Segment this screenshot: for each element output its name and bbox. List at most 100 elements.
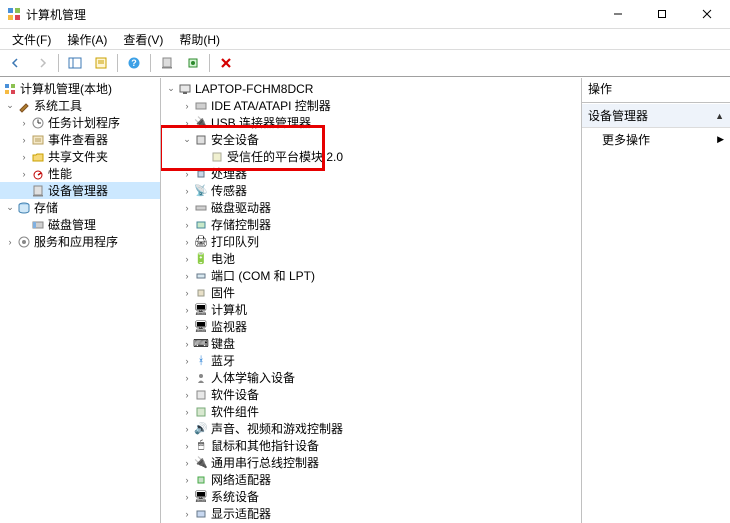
expand-icon[interactable]: › bbox=[181, 185, 193, 197]
expand-icon[interactable]: › bbox=[181, 508, 193, 520]
device-usb-connector[interactable]: › 🔌 USB 连接器管理器 bbox=[163, 114, 581, 131]
device-security[interactable]: ⌄ 安全设备 bbox=[163, 131, 581, 148]
device-usbctrl[interactable]: › 🔌 通用串行总线控制器 bbox=[163, 454, 581, 471]
nav-root[interactable]: 计算机管理(本地) bbox=[0, 80, 160, 97]
device-softcomp[interactable]: › 软件组件 bbox=[163, 403, 581, 420]
nav-shared[interactable]: › 共享文件夹 bbox=[0, 148, 160, 165]
device-ports[interactable]: › 端口 (COM 和 LPT) bbox=[163, 267, 581, 284]
nav-systools[interactable]: ⌄ 系统工具 bbox=[0, 97, 160, 114]
menu-view[interactable]: 查看(V) bbox=[115, 31, 171, 48]
nav-eventviewer[interactable]: › 事件查看器 bbox=[0, 131, 160, 148]
properties-button[interactable] bbox=[89, 51, 113, 75]
expand-icon[interactable]: › bbox=[181, 236, 193, 248]
expand-icon[interactable]: › bbox=[181, 219, 193, 231]
device-tpm[interactable]: 受信任的平台模块 2.0 bbox=[163, 148, 581, 165]
nav-storage[interactable]: ⌄ 存储 bbox=[0, 199, 160, 216]
expand-icon[interactable]: › bbox=[181, 117, 193, 129]
expand-icon[interactable]: › bbox=[181, 202, 193, 214]
expand-icon[interactable]: › bbox=[181, 423, 193, 435]
help-button[interactable]: ? bbox=[122, 51, 146, 75]
hid-icon bbox=[193, 370, 209, 386]
nav-perf-label: 性能 bbox=[48, 165, 72, 182]
display-adapter-icon bbox=[193, 506, 209, 522]
device-ports-label: 端口 (COM 和 LPT) bbox=[211, 267, 315, 284]
collapse-icon[interactable]: ⌄ bbox=[165, 83, 177, 95]
device-usbctrl-label: 通用串行总线控制器 bbox=[211, 454, 319, 471]
software-component-icon bbox=[193, 404, 209, 420]
scan-hardware-button[interactable] bbox=[181, 51, 205, 75]
device-keyboard[interactable]: › ⌨ 键盘 bbox=[163, 335, 581, 352]
tools-icon bbox=[16, 98, 32, 114]
collapse-icon[interactable]: ⌄ bbox=[4, 100, 16, 112]
expand-icon[interactable]: › bbox=[4, 236, 16, 248]
usb-icon: 🔌 bbox=[193, 115, 209, 131]
device-computer[interactable]: › 🖥 计算机 bbox=[163, 301, 581, 318]
device-diskdrives[interactable]: › 磁盘驱动器 bbox=[163, 199, 581, 216]
expand-icon[interactable]: › bbox=[181, 389, 193, 401]
expand-icon[interactable]: › bbox=[181, 440, 193, 452]
sensor-icon: 📡 bbox=[193, 183, 209, 199]
nav-perf[interactable]: › 性能 bbox=[0, 165, 160, 182]
device-root-label: LAPTOP-FCHM8DCR bbox=[195, 82, 313, 96]
nav-device-manager[interactable]: 设备管理器 bbox=[0, 182, 160, 199]
minimize-button[interactable] bbox=[596, 0, 640, 28]
device-softdev[interactable]: › 软件设备 bbox=[163, 386, 581, 403]
menu-file[interactable]: 文件(F) bbox=[4, 31, 59, 48]
menu-action[interactable]: 操作(A) bbox=[59, 31, 115, 48]
device-storagectrl[interactable]: › 存储控制器 bbox=[163, 216, 581, 233]
back-button[interactable] bbox=[4, 51, 28, 75]
device-printq[interactable]: › 🖨 打印队列 bbox=[163, 233, 581, 250]
expand-icon[interactable]: › bbox=[181, 304, 193, 316]
expand-icon[interactable]: › bbox=[181, 100, 193, 112]
device-cpu[interactable]: › 处理器 bbox=[163, 165, 581, 182]
device-mouse[interactable]: › 🖱 鼠标和其他指针设备 bbox=[163, 437, 581, 454]
forward-button[interactable] bbox=[30, 51, 54, 75]
maximize-button[interactable] bbox=[640, 0, 684, 28]
expand-icon[interactable]: › bbox=[181, 253, 193, 265]
computer-icon: 🖥 bbox=[193, 302, 209, 318]
actions-section[interactable]: 设备管理器 ▲ bbox=[582, 104, 730, 128]
expand-icon[interactable]: › bbox=[181, 270, 193, 282]
expand-icon[interactable]: › bbox=[18, 117, 30, 129]
device-sensors[interactable]: › 📡 传感器 bbox=[163, 182, 581, 199]
expand-icon[interactable]: › bbox=[181, 321, 193, 333]
expand-icon[interactable]: › bbox=[18, 134, 30, 146]
nav-diskmgmt[interactable]: 磁盘管理 bbox=[0, 216, 160, 233]
computer-icon bbox=[177, 81, 193, 97]
keyboard-icon: ⌨ bbox=[193, 336, 209, 352]
device-sound[interactable]: › 🔊 声音、视频和游戏控制器 bbox=[163, 420, 581, 437]
device-sysdev[interactable]: › 🖥 系统设备 bbox=[163, 488, 581, 505]
expand-icon[interactable]: › bbox=[181, 355, 193, 367]
show-hide-tree-button[interactable] bbox=[63, 51, 87, 75]
collapse-icon[interactable]: ⌄ bbox=[181, 134, 193, 146]
close-button[interactable] bbox=[684, 0, 730, 28]
device-firmware[interactable]: › 固件 bbox=[163, 284, 581, 301]
expand-icon[interactable]: › bbox=[181, 474, 193, 486]
menu-help[interactable]: 帮助(H) bbox=[171, 31, 228, 48]
device-battery[interactable]: › 🔋 电池 bbox=[163, 250, 581, 267]
device-monitor[interactable]: › 🖥 监视器 bbox=[163, 318, 581, 335]
expand-icon[interactable]: › bbox=[181, 287, 193, 299]
uninstall-button[interactable] bbox=[214, 51, 238, 75]
nav-services[interactable]: › 服务和应用程序 bbox=[0, 233, 160, 250]
expand-icon[interactable]: › bbox=[181, 372, 193, 384]
device-hid[interactable]: › 人体学输入设备 bbox=[163, 369, 581, 386]
expand-icon[interactable]: › bbox=[181, 168, 193, 180]
device-bluetooth[interactable]: › ᚼ 蓝牙 bbox=[163, 352, 581, 369]
tpm-icon bbox=[209, 149, 225, 165]
expand-icon[interactable]: › bbox=[18, 168, 30, 180]
expand-icon[interactable]: › bbox=[181, 406, 193, 418]
device-display[interactable]: › 显示适配器 bbox=[163, 505, 581, 522]
expand-icon[interactable]: › bbox=[181, 338, 193, 350]
nav-scheduler[interactable]: › 任务计划程序 bbox=[0, 114, 160, 131]
device-network[interactable]: › 网络适配器 bbox=[163, 471, 581, 488]
collapse-icon[interactable]: ⌄ bbox=[4, 202, 16, 214]
device-icon-button[interactable] bbox=[155, 51, 179, 75]
actions-more[interactable]: 更多操作 ▶ bbox=[582, 128, 730, 151]
device-ide[interactable]: › IDE ATA/ATAPI 控制器 bbox=[163, 97, 581, 114]
device-root[interactable]: ⌄ LAPTOP-FCHM8DCR bbox=[163, 80, 581, 97]
expand-icon[interactable]: › bbox=[18, 151, 30, 163]
actions-more-label: 更多操作 bbox=[602, 131, 650, 148]
expand-icon[interactable]: › bbox=[181, 457, 193, 469]
expand-icon[interactable]: › bbox=[181, 491, 193, 503]
